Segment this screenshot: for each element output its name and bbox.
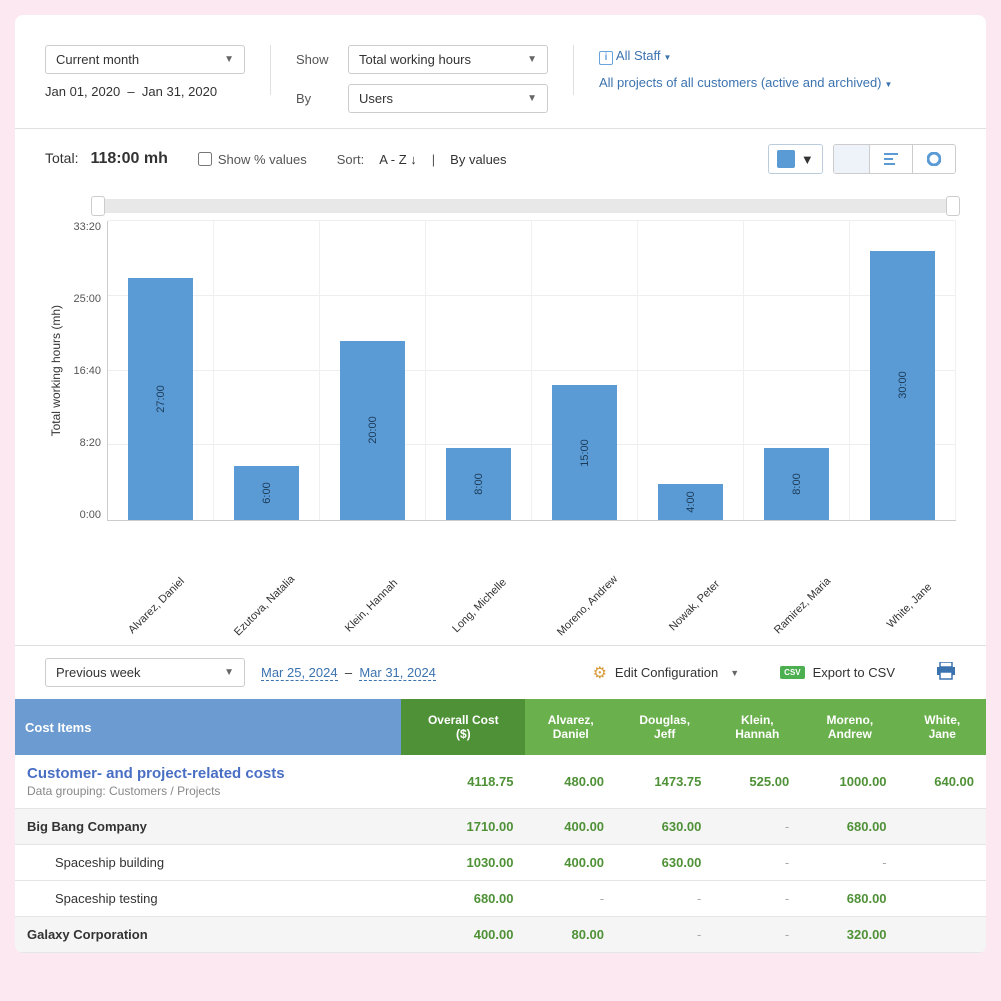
print-button[interactable] — [936, 662, 956, 683]
bar-col[interactable]: 8:00 — [426, 221, 532, 520]
period-value: Current month — [56, 52, 139, 67]
bar: 20:00 — [340, 341, 405, 520]
chevron-down-icon: ▼ — [527, 54, 537, 65]
projects-filter[interactable]: All projects of all customers (active an… — [599, 75, 892, 90]
donut-icon — [927, 152, 941, 166]
scroll-handle-left[interactable] — [91, 196, 105, 216]
cost-table: Cost ItemsOverall Cost ($)Alvarez,Daniel… — [15, 699, 986, 953]
bar: 30:00 — [870, 251, 935, 520]
hbar-icon — [884, 152, 898, 166]
yaxis-ticks: 33:2025:0016:408:200:00 — [67, 221, 107, 521]
print-icon — [936, 662, 956, 680]
bar-col[interactable]: 20:00 — [320, 221, 426, 520]
bar: 8:00 — [446, 448, 511, 520]
bar: 6:00 — [234, 466, 299, 520]
bar-value-label: 20:00 — [367, 417, 379, 445]
table-row[interactable]: Galaxy Corporation400.0080.00--320.00 — [15, 917, 986, 953]
period-select[interactable]: Current month ▼ — [45, 45, 245, 74]
chevron-down-icon: ▼ — [527, 93, 537, 104]
chevron-down-icon: ▼ — [801, 152, 814, 167]
bar-value-label: 4:00 — [685, 491, 697, 512]
bar-col[interactable]: 4:00 — [638, 221, 744, 520]
chart-view-hbar-button[interactable] — [870, 145, 913, 173]
col-header-person[interactable]: Moreno,Andrew — [801, 699, 898, 755]
chevron-down-icon: ▼ — [224, 667, 234, 678]
export-csv-button[interactable]: CSV Export to CSV — [780, 665, 895, 680]
chevron-down-icon: ▼ — [224, 54, 234, 65]
xaxis-labels: Alvarez, DanielEzutova, NataliaKlein, Ha… — [95, 581, 956, 615]
table-row[interactable]: Spaceship testing680.00---680.00 — [15, 881, 986, 917]
col-header-overall[interactable]: Overall Cost ($) — [401, 699, 525, 755]
bar-col[interactable]: 27:00 — [108, 221, 214, 520]
bar-value-label: 15:00 — [579, 439, 591, 467]
bar-value-label: 8:00 — [791, 473, 803, 494]
show-label: Show — [296, 52, 336, 67]
bar-col[interactable]: 8:00 — [744, 221, 850, 520]
bar: 27:00 — [128, 278, 193, 520]
col-header-person[interactable]: White,Jane — [899, 699, 986, 755]
color-picker-button[interactable]: ▼ — [768, 144, 823, 174]
show-select[interactable]: Total working hours ▼ — [348, 45, 548, 74]
chart-scroll-track[interactable] — [95, 199, 956, 213]
bar-value-label: 30:00 — [897, 372, 909, 400]
separator — [270, 45, 271, 95]
col-header-person[interactable]: Klein,Hannah — [713, 699, 801, 755]
col-header-person[interactable]: Alvarez,Daniel — [525, 699, 616, 755]
csv-icon: CSV — [780, 666, 804, 679]
info-icon: i — [599, 51, 613, 65]
chart-view-pie-button[interactable] — [913, 145, 955, 173]
chart-plot: 27:00 6:00 20:00 8:00 15:00 4:00 8:00 30:00 — [107, 221, 956, 521]
bar: 8:00 — [764, 448, 829, 520]
caret-down-icon: ▼ — [663, 53, 671, 62]
bar-col[interactable]: 6:00 — [214, 221, 320, 520]
color-swatch — [777, 150, 795, 168]
edit-config-button[interactable]: ⚙ Edit Configuration ▼ — [593, 663, 740, 683]
bar-col[interactable]: 15:00 — [532, 221, 638, 520]
sort-values[interactable]: By values — [450, 152, 506, 167]
bar-value-label: 6:00 — [261, 482, 273, 503]
scroll-handle-right[interactable] — [946, 196, 960, 216]
table-row[interactable]: Spaceship building1030.00400.00630.00-- — [15, 845, 986, 881]
bar-value-label: 27:00 — [155, 385, 167, 413]
bar: 15:00 — [552, 385, 617, 520]
col-header-person[interactable]: Douglas,Jeff — [616, 699, 713, 755]
lower-date-range[interactable]: Mar 25, 2024 – Mar 31, 2024 — [261, 665, 436, 680]
date-range[interactable]: Jan 01, 2020 – Jan 31, 2020 — [45, 82, 245, 101]
bar-value-label: 8:00 — [473, 473, 485, 494]
yaxis-label: Total working hours (mh) — [45, 305, 67, 436]
bar-col[interactable]: 30:00 — [850, 221, 956, 520]
bar: 4:00 — [658, 484, 723, 520]
caret-down-icon: ▼ — [885, 80, 893, 89]
staff-filter[interactable]: i All Staff▼ — [599, 48, 892, 65]
checkbox-input[interactable] — [198, 152, 212, 166]
table-section-row: Customer- and project-related costsData … — [15, 755, 986, 809]
total-display: Total: 118:00 mh — [45, 150, 168, 168]
sort-label: Sort: — [337, 152, 364, 167]
gear-icon: ⚙ — [593, 663, 607, 683]
by-select[interactable]: Users ▼ — [348, 84, 548, 113]
show-pct-checkbox[interactable]: Show % values — [198, 152, 307, 167]
caret-down-icon: ▼ — [730, 668, 739, 678]
by-label: By — [296, 91, 336, 106]
sort-az[interactable]: A - Z ↓ — [379, 152, 417, 167]
chart-view-bar-button[interactable] — [834, 145, 870, 173]
col-header-main[interactable]: Cost Items — [15, 699, 401, 755]
table-row[interactable]: Big Bang Company1710.00400.00630.00-680.… — [15, 809, 986, 845]
separator — [573, 45, 574, 95]
lower-period-select[interactable]: Previous week ▼ — [45, 658, 245, 687]
